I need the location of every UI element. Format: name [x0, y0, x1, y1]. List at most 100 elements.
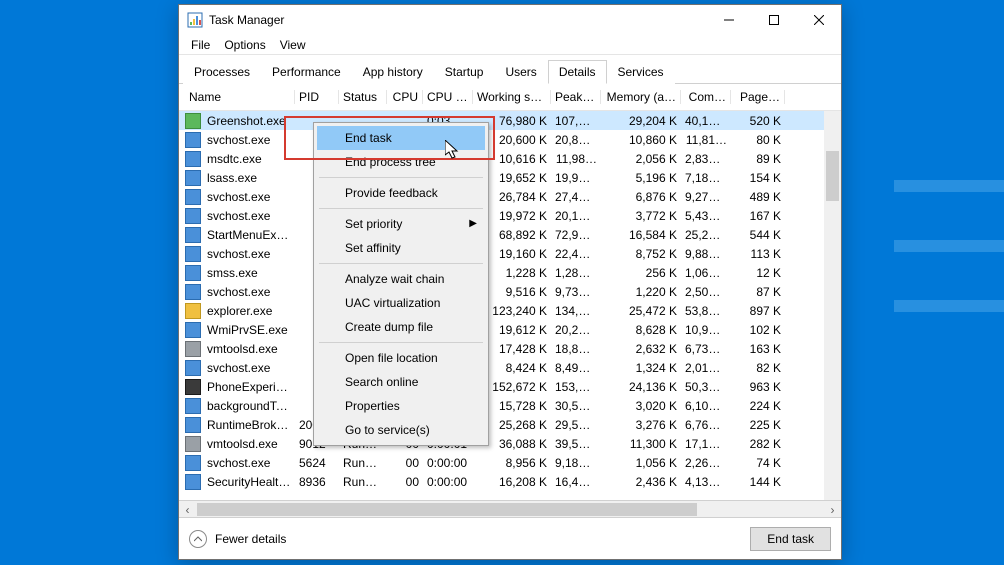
tab-startup[interactable]: Startup — [434, 60, 495, 84]
tab-users[interactable]: Users — [494, 60, 547, 84]
cell-peak: 9,180… — [551, 456, 601, 470]
table-row[interactable]: backgroundTaskH…0:0015,728 K30,56…3,020 … — [179, 396, 841, 415]
scroll-left-arrow[interactable]: ‹ — [179, 501, 196, 518]
table-row[interactable]: msdtc.exe0:0010,616 K11,98…2,056 K2,836…… — [179, 149, 841, 168]
table-row[interactable]: PhoneExperience…0:00152,672 K153,0…24,13… — [179, 377, 841, 396]
cell-name: vmtoolsd.exe — [203, 437, 295, 451]
header-cputime[interactable]: CPU … — [423, 90, 473, 104]
header-pagefaults[interactable]: Page… — [731, 90, 785, 104]
cell-memory: 2,632 K — [601, 342, 681, 356]
scrollbar-thumb[interactable] — [197, 503, 697, 516]
cell-pagefaults: 154 K — [731, 171, 785, 185]
table-row[interactable]: RuntimeBroker.exe2000Run…000:00:0025,268… — [179, 415, 841, 434]
cell-pagefaults: 89 K — [731, 152, 785, 166]
cell-pagefaults: 963 K — [731, 380, 785, 394]
header-workingset[interactable]: Working se… — [473, 90, 551, 104]
tab-details[interactable]: Details — [548, 60, 607, 84]
context-menu-item[interactable]: Set affinity — [317, 236, 485, 260]
context-menu-item[interactable]: UAC virtualization — [317, 291, 485, 315]
vertical-scrollbar[interactable] — [824, 111, 841, 500]
cell-commit: 10,92… — [681, 323, 731, 337]
cell-name: smss.exe — [203, 266, 295, 280]
context-menu-item[interactable]: Properties — [317, 394, 485, 418]
context-menu-item[interactable]: Set priority▶ — [317, 212, 485, 236]
table-row[interactable]: svchost.exe0:0120,600 K20,80…10,860 K11,… — [179, 130, 841, 149]
footer: Fewer details End task — [179, 517, 841, 559]
table-row[interactable]: svchost.exe5624Run…000:00:008,956 K9,180… — [179, 453, 841, 472]
header-peak[interactable]: Peak … — [551, 90, 601, 104]
cell-pagefaults: 544 K — [731, 228, 785, 242]
menu-options[interactable]: Options — [218, 36, 271, 54]
table-row[interactable]: smss.exe0:001,228 K1,280…256 K1,068…12 K — [179, 263, 841, 282]
cell-status: Run… — [339, 475, 387, 489]
column-headers: Name PID Status CPU CPU … Working se… Pe… — [179, 84, 841, 111]
maximize-button[interactable] — [751, 5, 796, 35]
process-icon — [185, 227, 201, 243]
context-menu-item[interactable]: Analyze wait chain — [317, 267, 485, 291]
table-row[interactable]: svchost.exe0:0019,160 K22,48…8,752 K9,88… — [179, 244, 841, 263]
table-row[interactable]: vmtoolsd.exe9012Run…000:00:0136,088 K39,… — [179, 434, 841, 453]
end-task-button[interactable]: End task — [750, 527, 831, 551]
context-menu-item[interactable]: Go to service(s) — [317, 418, 485, 442]
cell-peak: 72,90… — [551, 228, 601, 242]
cell-peak: 20,80… — [551, 133, 601, 147]
header-memory[interactable]: Memory (a… — [601, 90, 681, 104]
menu-view[interactable]: View — [274, 36, 312, 54]
close-button[interactable] — [796, 5, 841, 35]
table-row[interactable]: svchost.exe0:009,516 K9,732…1,220 K2,504… — [179, 282, 841, 301]
process-icon — [185, 113, 201, 129]
window-title: Task Manager — [209, 13, 284, 27]
process-icon — [185, 284, 201, 300]
table-row[interactable]: svchost.exe0:0026,784 K27,41…6,876 K9,27… — [179, 187, 841, 206]
header-pid[interactable]: PID — [295, 90, 339, 104]
process-icon — [185, 341, 201, 357]
tab-performance[interactable]: Performance — [261, 60, 352, 84]
cell-workingset: 8,956 K — [473, 456, 551, 470]
table-row[interactable]: StartMenuExperie…0:0068,892 K72,90…16,58… — [179, 225, 841, 244]
cell-commit: 6,760… — [681, 418, 731, 432]
header-status[interactable]: Status — [339, 90, 387, 104]
cell-pagefaults: 489 K — [731, 190, 785, 204]
cell-pagefaults: 87 K — [731, 285, 785, 299]
cell-name: svchost.exe — [203, 190, 295, 204]
context-menu-item[interactable]: End process tree — [317, 150, 485, 174]
cell-memory: 3,772 K — [601, 209, 681, 223]
table-row[interactable]: svchost.exe0:0019,972 K20,13…3,772 K5,43… — [179, 206, 841, 225]
context-menu-item[interactable]: End task — [317, 126, 485, 150]
scroll-right-arrow[interactable]: › — [824, 501, 841, 518]
context-menu-item[interactable]: Create dump file — [317, 315, 485, 339]
menu-file[interactable]: File — [185, 36, 216, 54]
scrollbar-thumb[interactable] — [826, 151, 839, 201]
context-menu-item[interactable]: Provide feedback — [317, 181, 485, 205]
header-name[interactable]: Name — [185, 90, 295, 104]
context-menu-item[interactable]: Search online — [317, 370, 485, 394]
table-row[interactable]: explorer.exe0:03123,240 K134,5…25,472 K5… — [179, 301, 841, 320]
cell-commit: 5,432… — [681, 209, 731, 223]
tab-apphistory[interactable]: App history — [352, 60, 434, 84]
cell-commit: 6,732… — [681, 342, 731, 356]
cell-name: msdtc.exe — [203, 152, 295, 166]
table-row[interactable]: lsass.exe0:0019,652 K19,99…5,196 K7,180…… — [179, 168, 841, 187]
table-row[interactable]: WmiPrvSE.exe0:0119,612 K20,24…8,628 K10,… — [179, 320, 841, 339]
cell-peak: 27,41… — [551, 190, 601, 204]
table-row[interactable]: svchost.exe0:008,424 K8,496…1,324 K2,012… — [179, 358, 841, 377]
submenu-arrow-icon: ▶ — [469, 218, 477, 229]
horizontal-scrollbar[interactable]: ‹ › — [179, 500, 841, 517]
cell-memory: 8,752 K — [601, 247, 681, 261]
table-row[interactable]: vmtoolsd.exe0:0017,428 K18,87…2,632 K6,7… — [179, 339, 841, 358]
minimize-button[interactable] — [706, 5, 751, 35]
fewer-details-link[interactable]: Fewer details — [215, 532, 286, 546]
tab-processes[interactable]: Processes — [183, 60, 261, 84]
table-row[interactable]: Greenshot.exe0:0376,980 K107,8…29,204 K4… — [179, 111, 841, 130]
header-commit[interactable]: Com… — [681, 90, 731, 104]
context-menu-item[interactable]: Open file location — [317, 346, 485, 370]
cell-memory: 10,860 K — [601, 133, 681, 147]
header-cpu[interactable]: CPU — [387, 90, 423, 104]
tab-services[interactable]: Services — [607, 60, 675, 84]
menubar: File Options View — [179, 35, 841, 55]
process-icon — [185, 170, 201, 186]
cell-pagefaults: 82 K — [731, 361, 785, 375]
chevron-up-icon[interactable] — [189, 530, 207, 548]
cell-memory: 16,584 K — [601, 228, 681, 242]
table-row[interactable]: SecurityHealthServic…8936Run…000:00:0016… — [179, 472, 841, 491]
